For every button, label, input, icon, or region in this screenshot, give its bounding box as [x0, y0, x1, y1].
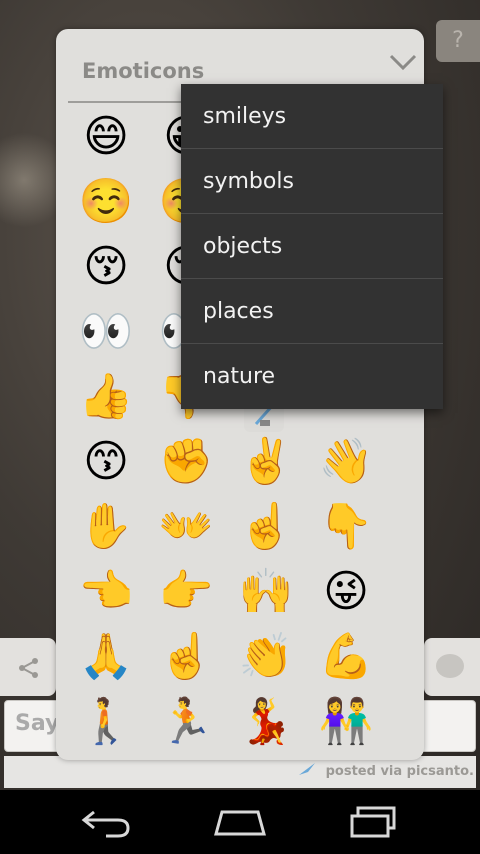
- emoji-cell[interactable]: 👈: [66, 562, 146, 622]
- emoji-cell[interactable]: 👇: [306, 497, 386, 557]
- menu-item-places[interactable]: places: [181, 279, 443, 344]
- category-dropdown-menu: smileys symbols objects places nature: [181, 84, 443, 409]
- emoji-cell[interactable]: 🙌: [226, 562, 306, 622]
- emoji-cell[interactable]: 💃: [226, 692, 306, 752]
- emoji-cell[interactable]: 💪: [306, 627, 386, 687]
- menu-item-smileys[interactable]: smileys: [181, 84, 443, 149]
- emoji-cell[interactable]: 👍: [66, 367, 146, 427]
- share-icon: [19, 658, 38, 678]
- recents-icon[interactable]: [344, 806, 404, 838]
- emoji-cell[interactable]: 😚: [66, 237, 146, 297]
- emoji-cell[interactable]: 👐: [146, 497, 226, 557]
- help-button[interactable]: ?: [436, 20, 480, 62]
- emoji-cell[interactable]: ☝️: [226, 497, 306, 557]
- emoji-cell[interactable]: 😙: [66, 432, 146, 492]
- emoji-cell[interactable]: ✋: [66, 497, 146, 557]
- emoji-cell[interactable]: 👏: [226, 627, 306, 687]
- emoji-cell[interactable]: 🙏: [66, 627, 146, 687]
- background-tree: [0, 110, 60, 250]
- chat-button[interactable]: [424, 638, 480, 696]
- emoji-cell[interactable]: 🚶: [66, 692, 146, 752]
- emoji-cell[interactable]: 😄: [66, 107, 146, 167]
- feather-icon: [299, 763, 315, 775]
- posted-via-label: posted via picsanto.: [325, 764, 474, 779]
- menu-item-symbols[interactable]: symbols: [181, 149, 443, 214]
- emoji-cell[interactable]: 👀: [66, 302, 146, 362]
- emoji-cell[interactable]: ☝️: [146, 627, 226, 687]
- emoji-cell[interactable]: 🏃: [146, 692, 226, 752]
- emoji-cell[interactable]: 👫: [306, 692, 386, 752]
- emoji-cell[interactable]: 👋: [306, 432, 386, 492]
- home-icon[interactable]: [210, 806, 270, 838]
- emoji-cell[interactable]: 👉: [146, 562, 226, 622]
- panel-title: Emoticons: [82, 59, 205, 83]
- share-button[interactable]: [0, 638, 56, 696]
- chat-icon: [436, 654, 464, 678]
- menu-item-objects[interactable]: objects: [181, 214, 443, 279]
- emoji-cell[interactable]: ✌️: [226, 432, 306, 492]
- navigation-bar: [0, 790, 480, 854]
- emoji-cell[interactable]: 😜: [306, 562, 386, 622]
- back-icon[interactable]: [76, 806, 136, 838]
- menu-item-nature[interactable]: nature: [181, 344, 443, 409]
- emoji-cell[interactable]: ✊: [146, 432, 226, 492]
- emoji-cell[interactable]: ☺️: [66, 172, 146, 232]
- chevron-down-icon[interactable]: [389, 53, 417, 71]
